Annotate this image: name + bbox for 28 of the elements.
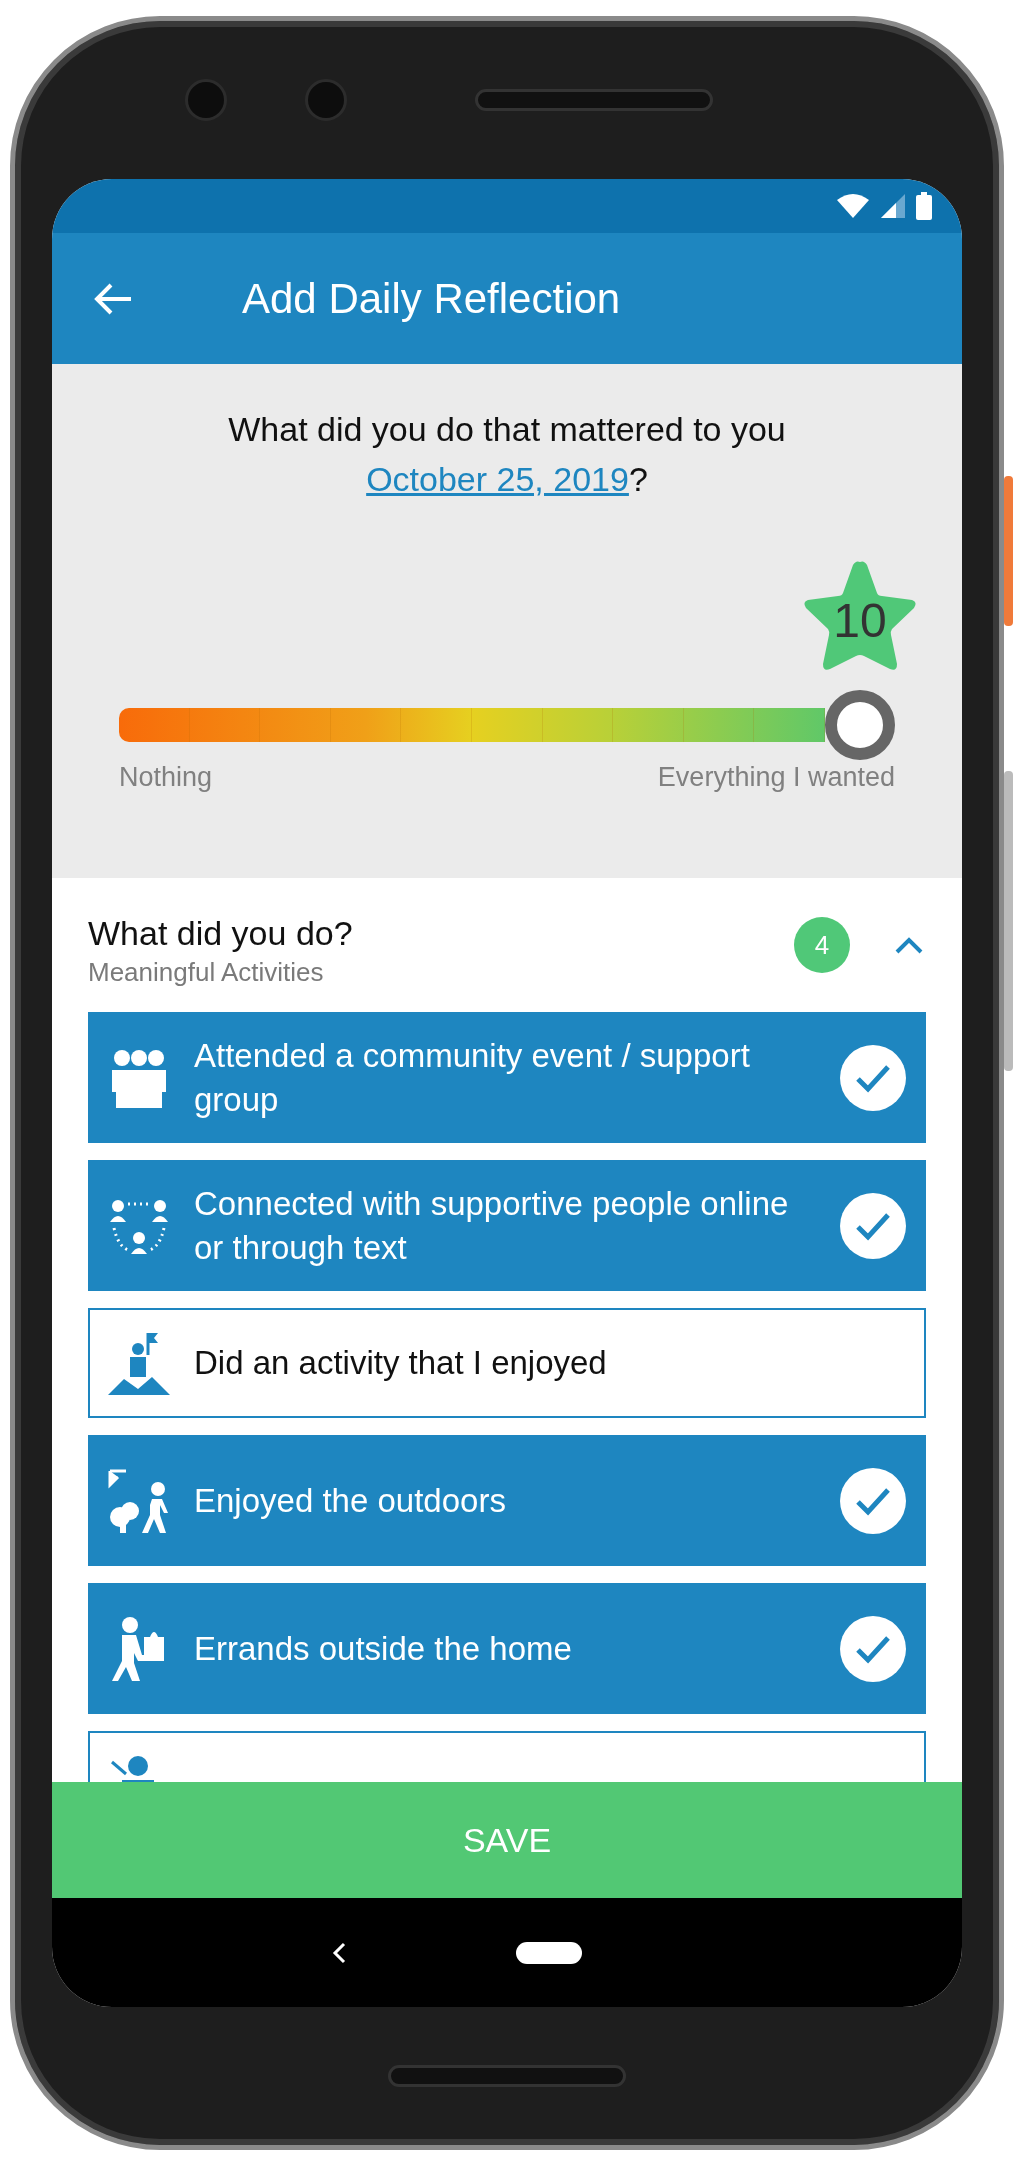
checkmark-icon	[840, 1615, 906, 1682]
collapse-button[interactable]	[894, 935, 924, 955]
back-icon	[332, 1941, 346, 1964]
outdoors-icon	[108, 1468, 170, 1533]
wifi-icon	[836, 193, 870, 219]
checkmark-icon	[840, 1192, 906, 1259]
activity-item[interactable]: Attended a community event / support group	[88, 1012, 926, 1143]
home-button[interactable]	[516, 1941, 582, 1964]
max-label: Everything I wanted	[657, 762, 895, 793]
activity-item[interactable]: Connected with supportive people online or through text	[88, 1160, 926, 1291]
checkmark-icon	[840, 1044, 906, 1111]
camera-icon	[185, 79, 227, 121]
activity-item[interactable]: Did an activity that I enjoyed	[88, 1308, 926, 1418]
screen-title: Add Daily Reflection	[242, 274, 621, 323]
activity-item[interactable]: Enjoyed the outdoors	[88, 1435, 926, 1566]
battery-icon	[916, 192, 932, 220]
summit-icon	[108, 1331, 170, 1395]
count-badge: 4	[794, 917, 850, 973]
min-label: Nothing	[119, 762, 213, 793]
question-text: What did you do that mattered to you October 25, 2019?	[227, 409, 787, 500]
signal-icon	[880, 193, 906, 219]
date-link[interactable]: October 25, 2019	[366, 460, 629, 498]
checkmark-icon	[840, 1467, 906, 1534]
camera-icon	[305, 79, 347, 121]
section-subtitle: Meaningful Activities	[88, 957, 325, 988]
save-button[interactable]: SAVE	[52, 1782, 962, 1898]
section-title: What did you do?	[88, 914, 354, 953]
activity-item[interactable]: Errands outside the home	[88, 1583, 926, 1714]
